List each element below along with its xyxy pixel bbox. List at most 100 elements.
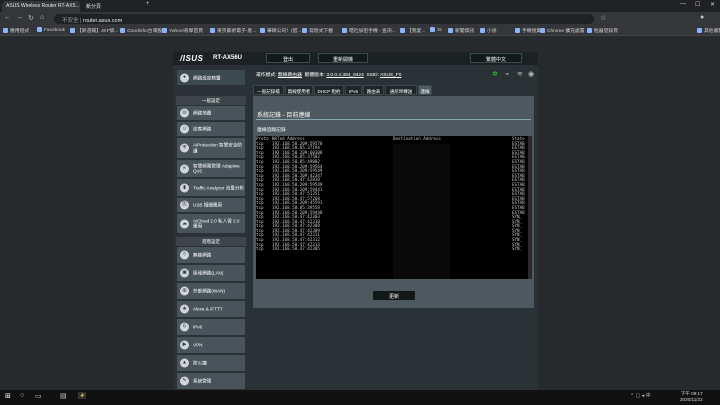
sidebar-item-quick-setup[interactable]: ✦ 網路設定精靈: [177, 70, 245, 86]
wizard-icon: ✦: [180, 73, 189, 82]
wifi-icon[interactable]: ≋: [517, 70, 523, 78]
col-state: State ESTAB ESTAB ESTAB ESTAB ESTAB ESTA…: [512, 136, 525, 252]
bookmark-item[interactable]: 【我愛...: [400, 27, 425, 34]
home-icon[interactable]: ⌂: [40, 14, 44, 21]
start-icon[interactable]: ⊞: [5, 392, 11, 400]
sidebar-icon: ◈: [180, 304, 189, 314]
tab-4[interactable]: 路由表: [363, 85, 384, 95]
tab-6[interactable]: 連線: [418, 85, 432, 95]
maximize-icon[interactable]: ☐: [695, 1, 700, 8]
url-text: router.asus.com: [83, 18, 123, 24]
reboot-button[interactable]: 重新開機: [318, 53, 368, 63]
tab-1[interactable]: 無線使用者: [285, 85, 313, 95]
bookmark-item[interactable]: Goodinfo!台灣股...: [120, 27, 166, 34]
sidebar-item-advanced-7[interactable]: ✎ 系統管理: [177, 373, 245, 390]
bookmark-item[interactable]: 新聞資訊: [448, 27, 474, 34]
bookmark-item[interactable]: 3c: [430, 27, 442, 33]
logout-button[interactable]: 登出: [266, 53, 310, 63]
bookmark-label: 寫程式下載: [309, 29, 333, 34]
search-icon[interactable]: ○: [20, 392, 24, 399]
col-proto: Proto tcp tcp tcp tcp tcp tcp tcp tcp tc…: [256, 136, 269, 252]
bookmark-label: 華碩公司！(搭...: [267, 29, 302, 34]
sidebar-item-general-1[interactable]: ☺ 訪客網路: [177, 122, 245, 137]
sidebar-item-general-4[interactable]: ▮ Traffic Analyzer 流量分析: [177, 179, 245, 197]
tab-5[interactable]: 通訊埠轉送: [385, 85, 417, 95]
sidebar-item-advanced-0[interactable]: ⌔ 無線網路: [177, 247, 245, 264]
language-select[interactable]: 繁體中文: [470, 53, 522, 63]
bookmark-item[interactable]: 其他書籤: [697, 27, 720, 34]
bookmark-label: 【新週報】JKF情...: [77, 29, 119, 34]
refresh-button[interactable]: 更新: [372, 290, 416, 301]
avatar[interactable]: ●: [700, 14, 704, 21]
bookmark-icon: [448, 28, 453, 33]
panel-subtitle: 連線追蹤記錄: [257, 128, 286, 133]
folder-icon[interactable]: ▤: [60, 392, 67, 400]
bookmark-label: 小說: [487, 29, 497, 34]
tab-0[interactable]: 一般記錄檔: [253, 85, 284, 95]
sidebar-item-advanced-2[interactable]: ◍ 外部網路(WAN): [177, 283, 245, 300]
network-status-icon[interactable]: ✲: [492, 70, 498, 78]
sidebar-item-advanced-3[interactable]: ◈ Alexa & IFTTT: [177, 301, 245, 318]
bookmark-item[interactable]: Yahoo!奇摩首頁: [162, 27, 203, 34]
sidebar-item-advanced-6[interactable]: ▲ 防火牆: [177, 355, 245, 372]
back-icon[interactable]: ←: [4, 14, 11, 21]
col-nated: NATed Address 192.168.50.209:59570 192.1…: [272, 136, 323, 252]
app-icon[interactable]: ◉: [528, 70, 534, 78]
new-tab-icon[interactable]: +: [146, 1, 150, 7]
sidebar-item-general-3[interactable]: ≡ 智慧頻寬管理 Adaptive QoS: [177, 160, 245, 178]
forward-icon[interactable]: →: [16, 14, 23, 21]
bookmark-item[interactable]: 暗社加密手機 - 查詢...: [342, 27, 396, 34]
firmware-link[interactable]: 3.0.0.4.384_9424: [326, 73, 363, 78]
bookmark-item[interactable]: Facebook: [37, 27, 65, 33]
task-view-icon[interactable]: ▭: [35, 392, 42, 400]
bookmark-item[interactable]: 應用程式: [3, 27, 29, 34]
sidebar-icon: ◎: [180, 108, 189, 118]
close-icon[interactable]: ✕: [710, 1, 715, 8]
bookmark-icon: [120, 28, 125, 33]
sidebar-icon: ▣: [180, 268, 189, 278]
bookmark-label: 東京藝術電子-產...: [217, 29, 257, 34]
bookmark-item[interactable]: Chrome 擴充處置: [540, 27, 585, 34]
chrome-icon[interactable]: ◕: [78, 392, 87, 399]
sidebar-item-label: IPv6: [193, 324, 203, 330]
bookmark-icon: [162, 28, 167, 33]
sidebar-item-advanced-4[interactable]: 6 IPv6: [177, 319, 245, 336]
sidebar-item-label: 系統管理: [193, 378, 212, 384]
bookmark-item[interactable]: 寫程式下載: [302, 27, 333, 34]
sidebar-item-general-6[interactable]: ☁ AiCloud 2.0 私人雲 2.0 應用: [177, 214, 245, 234]
sidebar-item-general-5[interactable]: ⎘ USB 相關應用: [177, 198, 245, 213]
bookmark-label: 新聞資訊: [455, 29, 475, 34]
star-icon[interactable]: ☆: [600, 14, 606, 22]
minimize-icon[interactable]: —: [680, 1, 686, 7]
usb-icon[interactable]: ⌁: [505, 70, 509, 78]
tab-3[interactable]: IPv6: [345, 85, 362, 95]
bookmark-item[interactable]: 東京藝術電子-產...: [210, 27, 256, 34]
browser-tab-new[interactable]: 新分頁: [82, 1, 142, 12]
sidebar-item-advanced-1[interactable]: ▣ 區域網路(LAN): [177, 265, 245, 282]
sidebar-item-general-0[interactable]: ◎ 網路地圖: [177, 106, 245, 121]
reload-icon[interactable]: ↻: [28, 14, 34, 22]
connection-table[interactable]: Proto tcp tcp tcp tcp tcp tcp tcp tcp tc…: [256, 136, 528, 279]
browser-tab-router[interactable]: ASUS Wireless Router RT-AX5...: [2, 1, 80, 12]
sidebar-icon: ☺: [180, 124, 189, 134]
bookmark-item[interactable]: 華碩公司！(搭...: [260, 27, 301, 34]
sidebar-icon: ◍: [180, 286, 189, 296]
address-bar[interactable]: 不安全 | router.asus.com: [54, 14, 594, 24]
bookmark-label: 3c: [437, 28, 443, 33]
bookmarks-bar: 應用程式 Facebook 【新週報】JKF情... Goodinfo!台灣股... Y…: [0, 26, 720, 36]
ssid-link[interactable]: ASUS_F0: [380, 73, 401, 78]
sidebar-item-advanced-5[interactable]: ▶ VPN: [177, 337, 245, 354]
tray-icons[interactable]: ⌃ ▢ ◂ 中: [630, 392, 651, 399]
bookmark-item[interactable]: 【新週報】JKF情...: [70, 27, 118, 34]
sidebar-item-general-2[interactable]: ⛨ AiProtection 智慧安全防護: [177, 138, 245, 159]
bookmark-item[interactable]: 小說: [480, 27, 497, 34]
bookmark-item[interactable]: 粒器登錄頁: [587, 27, 618, 34]
redacted-area: [393, 144, 450, 279]
bookmark-item[interactable]: 手機搜集: [515, 27, 541, 34]
bookmark-label: 手機搜集: [522, 29, 542, 34]
mode-link[interactable]: 無線路由器: [278, 73, 302, 78]
clock[interactable]: 下午 09:17 2020/11/22: [680, 391, 703, 402]
table-scrollbar[interactable]: [528, 136, 532, 279]
tab-2[interactable]: DHCP 租約: [314, 85, 344, 95]
sidebar-item-label: AiProtection 智慧安全防護: [193, 142, 243, 154]
